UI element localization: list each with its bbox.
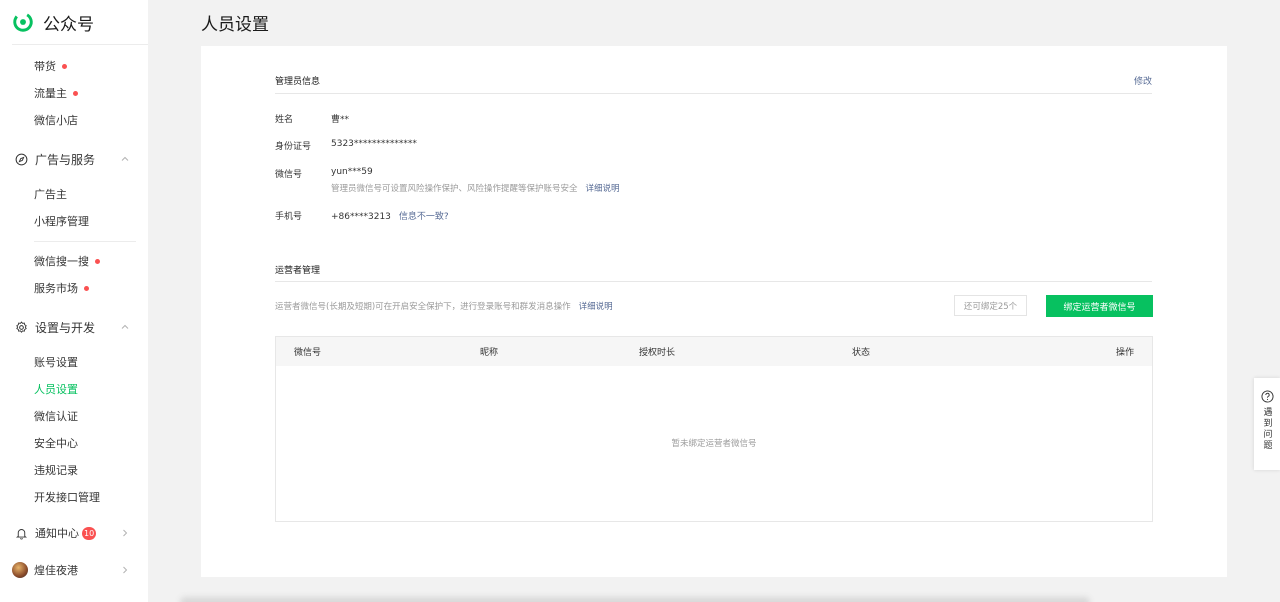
phone-value-row: +86****3213 信息不一致? [331, 209, 449, 222]
question-circle-icon [1260, 390, 1274, 403]
operators-table: 微信号 昵称 授权时长 状态 操作 暂未绑定运营者微信号 [275, 336, 1153, 522]
column-header-auth-duration: 授权时长 [639, 348, 676, 358]
page-title: 人员设置 [201, 15, 269, 35]
remaining-quota-tag: 还可绑定25个 [954, 295, 1027, 316]
wechat-id-label: 微信号 [275, 170, 303, 180]
sidebar-item-label: 违规记录 [34, 464, 78, 477]
sidebar-item-dev-api[interactable]: 开发接口管理 [34, 489, 100, 505]
chevron-right-icon [123, 529, 128, 537]
sidebar-item-label: 安全中心 [34, 437, 78, 450]
sidebar-item-search[interactable]: 微信搜一搜 [34, 253, 100, 269]
sidebar-group-ads[interactable]: 广告与服务 [15, 150, 130, 168]
sidebar-item-notifications[interactable]: 通知中心 10 [15, 524, 130, 542]
divider [34, 241, 136, 242]
divider [275, 281, 1152, 282]
sidebar-group-label: 广告与服务 [35, 152, 96, 167]
account-name: 煌佳夜港 [34, 564, 78, 577]
sidebar-item-label: 流量主 [34, 87, 67, 100]
divider [12, 44, 148, 45]
brand[interactable]: 公众号 [12, 9, 94, 35]
sidebar-item-advertiser[interactable]: 广告主 [34, 186, 67, 202]
sidebar-item-label: 人员设置 [34, 383, 78, 396]
column-header-wechat-id: 微信号 [294, 348, 322, 358]
main-card: 管理员信息 修改 姓名 曹** 身份证号 5323************** … [201, 46, 1227, 577]
sidebar: 公众号 带货 流量主 微信小店 广告与服务 广告主 小程序管理 微信搜一搜 服务… [0, 0, 148, 602]
sidebar-item-staff-settings[interactable]: 人员设置 [34, 381, 78, 397]
sidebar-item-label: 小程序管理 [34, 215, 89, 228]
bell-icon [15, 528, 28, 540]
gear-icon [16, 320, 27, 333]
red-dot [73, 90, 78, 96]
help-float-button[interactable]: 遇到问题 [1254, 378, 1280, 470]
id-number-value: 5323************** [331, 139, 417, 149]
chevron-up-icon [121, 156, 129, 161]
wechat-detail-link[interactable]: 详细说明 [586, 184, 620, 194]
divider [275, 93, 1152, 94]
wechat-desc-text: 管理员微信号可设置风险操作保护、风险操作提醒等保护账号安全 [331, 184, 578, 194]
empty-state-text: 暂未绑定运营者微信号 [671, 439, 757, 449]
table-header: 微信号 昵称 授权时长 状态 操作 [276, 337, 1152, 366]
notification-count-badge: 10 [82, 526, 97, 540]
operators-desc-text: 运营者微信号(长期及短期)可在开启安全保护下，进行登录账号和群发消息操作 [275, 302, 571, 312]
admin-section-title: 管理员信息 [275, 77, 321, 87]
sidebar-item-label: 账号设置 [34, 356, 78, 369]
sidebar-item-weixin-shop[interactable]: 微信小店 [34, 112, 78, 128]
sidebar-item-label: 微信小店 [34, 114, 78, 127]
name-value: 曹** [331, 115, 350, 125]
sidebar-item-label: 微信认证 [34, 410, 78, 423]
sidebar-item-label: 开发接口管理 [34, 491, 100, 504]
wechat-id-description: 管理员微信号可设置风险操作保护、风险操作提醒等保护账号安全 详细说明 [331, 182, 620, 194]
column-header-status: 状态 [852, 348, 871, 358]
column-header-nickname: 昵称 [480, 348, 499, 358]
sidebar-group-label: 设置与开发 [35, 320, 96, 335]
avatar [12, 562, 28, 578]
sidebar-item-account-settings[interactable]: 账号设置 [34, 354, 78, 370]
sidebar-item-violations[interactable]: 违规记录 [34, 462, 78, 478]
operators-description: 运营者微信号(长期及短期)可在开启安全保护下，进行登录账号和群发消息操作 详细说明 [275, 300, 613, 312]
phone-label: 手机号 [275, 212, 303, 222]
sidebar-item-label: 广告主 [34, 188, 67, 201]
sidebar-item-miniprogram[interactable]: 小程序管理 [34, 213, 89, 229]
sidebar-item-daihuo[interactable]: 带货 [34, 58, 67, 74]
compass-icon [15, 153, 28, 165]
name-label: 姓名 [275, 115, 294, 125]
scroll-shadow [180, 597, 1090, 602]
sidebar-item-label: 带货 [34, 60, 56, 73]
phone-value: +86****3213 [331, 212, 391, 222]
sidebar-item-verification[interactable]: 微信认证 [34, 408, 78, 424]
id-number-label: 身份证号 [275, 142, 312, 152]
sidebar-item-label: 微信搜一搜 [34, 255, 89, 268]
edit-admin-link[interactable]: 修改 [1134, 74, 1152, 87]
sidebar-item-security-center[interactable]: 安全中心 [34, 435, 78, 451]
chevron-right-icon [123, 566, 128, 574]
sidebar-item-label: 服务市场 [34, 282, 78, 295]
brand-name: 公众号 [43, 14, 94, 35]
sidebar-group-settings[interactable]: 设置与开发 [15, 318, 130, 336]
column-header-actions: 操作 [1115, 348, 1134, 358]
brand-logo-icon [13, 12, 33, 32]
red-dot [84, 285, 89, 291]
red-dot [62, 63, 67, 69]
sidebar-item-liuliangzhu[interactable]: 流量主 [34, 85, 78, 101]
info-mismatch-link[interactable]: 信息不一致? [399, 212, 449, 222]
operators-section-title: 运营者管理 [275, 266, 321, 276]
sidebar-item-label: 通知中心 [35, 527, 79, 540]
bind-operator-button[interactable]: 绑定运营者微信号 [1046, 295, 1153, 317]
operators-detail-link[interactable]: 详细说明 [579, 302, 613, 312]
sidebar-item-account[interactable]: 煌佳夜港 [12, 561, 130, 579]
sidebar-item-service-market[interactable]: 服务市场 [34, 280, 89, 296]
red-dot [95, 258, 100, 264]
wechat-id-value: yun***59 [331, 167, 373, 177]
chevron-up-icon [121, 324, 129, 329]
help-label: 遇到问题 [1261, 407, 1272, 451]
